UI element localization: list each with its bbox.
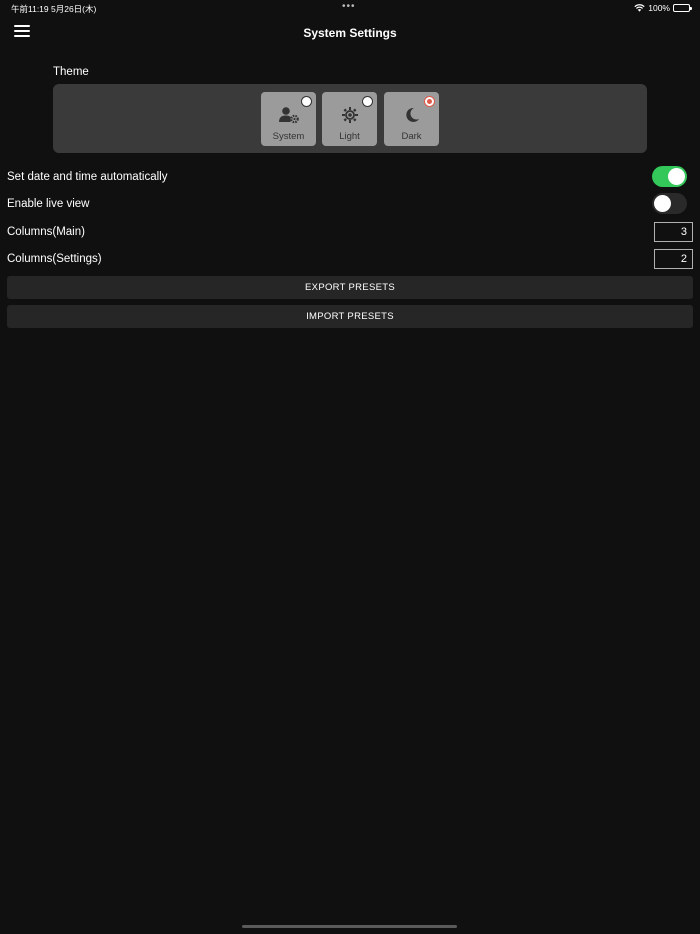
columns-main-label: Columns(Main)	[7, 226, 85, 238]
theme-option-label: Light	[339, 131, 360, 142]
theme-option-label: System	[272, 131, 305, 142]
status-bar: 午前11:19 5月26日(木) ••• 100%	[0, 0, 700, 18]
home-indicator[interactable]	[242, 925, 457, 928]
moon-icon	[384, 106, 439, 124]
live-view-toggle[interactable]	[652, 193, 687, 214]
sun-icon	[322, 106, 377, 124]
columns-settings-label: Columns(Settings)	[7, 253, 102, 265]
live-view-label: Enable live view	[7, 198, 90, 210]
battery-icon	[673, 4, 692, 12]
battery-percent: 100%	[648, 3, 670, 13]
radio-button-selected[interactable]	[424, 96, 435, 107]
theme-selector: System Light Dark	[53, 84, 647, 153]
radio-button[interactable]	[301, 96, 312, 107]
columns-settings-input[interactable]	[654, 249, 693, 269]
theme-option-light[interactable]: Light	[322, 92, 377, 146]
theme-option-label: Dark	[401, 131, 422, 142]
import-presets-button[interactable]: IMPORT PRESETS	[7, 305, 693, 328]
wifi-icon	[634, 4, 645, 12]
theme-option-dark[interactable]: Dark	[384, 92, 439, 146]
user-gear-icon	[261, 106, 316, 124]
export-presets-button[interactable]: EXPORT PRESETS	[7, 276, 693, 299]
auto-datetime-toggle[interactable]	[652, 166, 687, 187]
columns-main-input[interactable]	[654, 222, 693, 242]
settings-screen: 午前11:19 5月26日(木) ••• 100% System Setting…	[0, 0, 700, 934]
radio-button[interactable]	[362, 96, 373, 107]
status-indicators: 100%	[634, 3, 692, 13]
page-title: System Settings	[303, 26, 397, 40]
multitasking-dots[interactable]: •••	[342, 1, 356, 12]
status-time: 午前11:19 5月26日(木)	[11, 4, 97, 14]
theme-label: Theme	[53, 66, 89, 78]
auto-datetime-label: Set date and time automatically	[7, 171, 168, 183]
theme-option-system[interactable]: System	[261, 92, 316, 146]
